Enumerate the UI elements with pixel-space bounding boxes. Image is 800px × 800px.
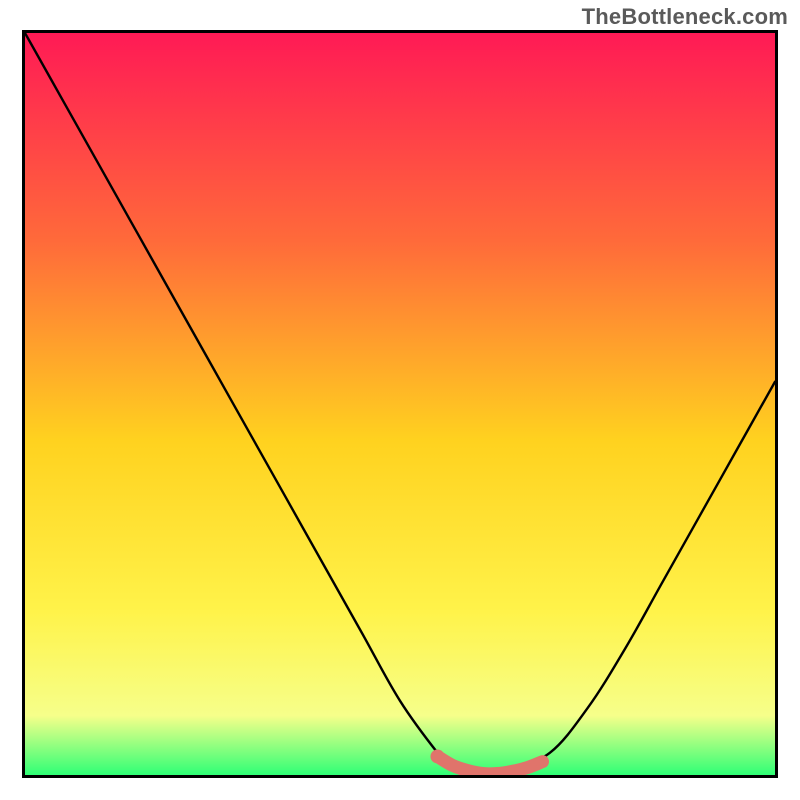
plot-border: [22, 30, 778, 778]
chart-frame: TheBottleneck.com: [0, 0, 800, 800]
highlight-start-dot: [431, 749, 445, 763]
bottleneck-chart: [25, 33, 775, 775]
watermark-text: TheBottleneck.com: [582, 4, 788, 30]
gradient-background: [25, 33, 775, 775]
plot-area: [25, 33, 775, 775]
